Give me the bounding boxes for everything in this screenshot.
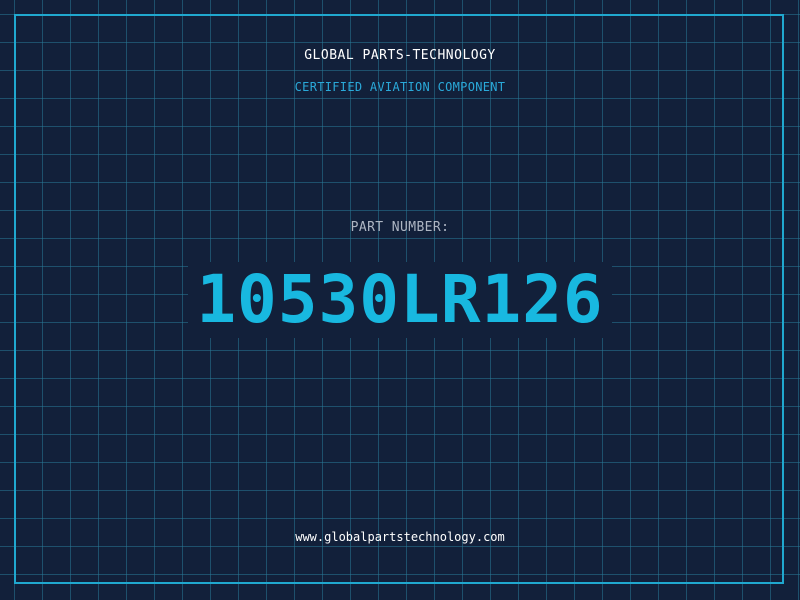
- part-number-label: PART NUMBER:: [350, 220, 450, 235]
- part-number-value: 10530LR126: [188, 262, 612, 338]
- part-number-container: 10530LR126: [0, 262, 800, 338]
- certification-subtitle: CERTIFIED AVIATION COMPONENT: [294, 80, 506, 94]
- website-url: www.globalpartstechnology.com: [295, 530, 505, 544]
- company-name: GLOBAL PARTS-TECHNOLOGY: [304, 48, 496, 63]
